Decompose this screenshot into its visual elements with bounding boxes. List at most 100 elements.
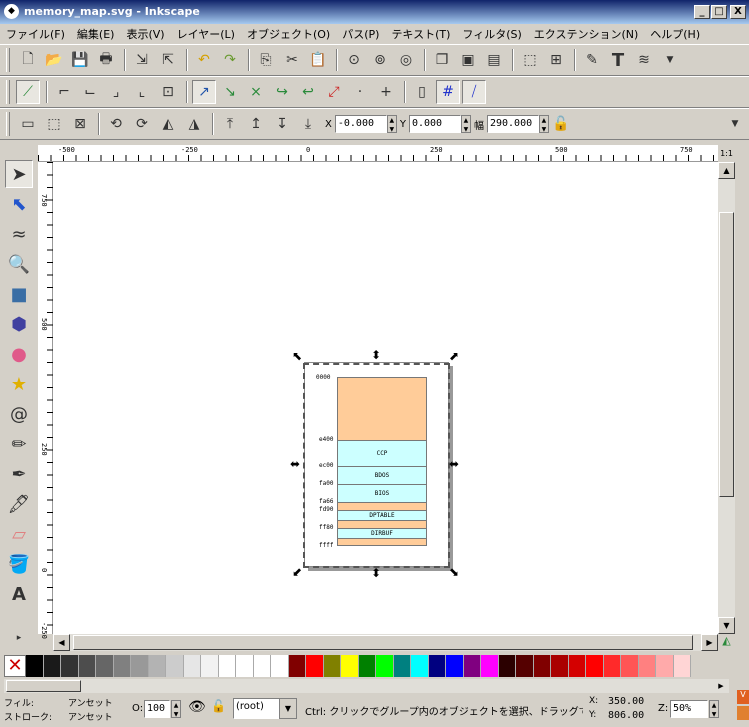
tweak-tool-icon[interactable]: ≈ [5,220,33,248]
menu-text[interactable]: テキスト(T) [385,26,456,42]
menu-filters[interactable]: フィルタ(S) [456,26,527,42]
toolbar-overflow-icon[interactable]: ▼ [658,48,682,72]
color-swatch[interactable] [43,655,61,677]
star-tool-icon[interactable]: ★ [5,371,33,399]
select-all-layers-icon[interactable]: ⬚ [42,112,66,136]
color-swatch[interactable] [183,655,201,677]
opacity-spinner[interactable]: ▲ ▼ [171,700,181,718]
3d-box-tool-icon[interactable]: ⬢ [5,310,33,338]
snap-intersections-icon[interactable]: ⨯ [244,80,268,104]
x-spinner[interactable]: ▲ ▼ [386,115,397,133]
close-button[interactable]: X [730,5,746,19]
minimize-button[interactable]: _ [694,5,710,19]
color-swatch[interactable] [463,655,481,677]
redo-icon[interactable]: ↷ [218,48,242,72]
select-all-icon[interactable]: ▭ [16,112,40,136]
raise-icon[interactable]: ↥ [244,112,268,136]
snap-bbox-corner-icon[interactable]: ⌟ [104,80,128,104]
color-swatch[interactable] [341,655,359,677]
color-swatch[interactable] [638,655,656,677]
color-swatch[interactable] [201,655,219,677]
opacity-input[interactable]: 100 [144,700,170,718]
drawing-canvas[interactable]: CCP BDOS BIOS DPTABLE DIRBUF 0000 e400 e… [53,162,718,634]
menu-object[interactable]: オブジェクト(O) [241,26,336,42]
scale-handle-nw[interactable]: ⬉ [292,349,302,363]
color-swatch[interactable] [253,655,271,677]
ungroup-icon[interactable]: ⊞ [544,48,568,72]
selector-tool-icon[interactable]: ➤ [5,160,33,189]
layer-select[interactable]: (root) [233,698,285,719]
y-spinner[interactable]: ▲ ▼ [460,115,471,133]
color-swatch[interactable] [446,655,464,677]
undo-icon[interactable]: ↶ [192,48,216,72]
color-swatch[interactable] [533,655,551,677]
menu-layer[interactable]: レイヤー(L) [171,26,241,42]
snap-midpoints-icon[interactable]: ⤢ [322,80,346,104]
toolbar-overflow-icon[interactable]: ▼ [723,112,747,136]
zoom-drawing-icon[interactable]: ⊚ [368,48,392,72]
inkscape-app-icon[interactable]: ◆ [4,4,19,19]
zoom-input[interactable]: 50% [670,700,708,718]
rotate-ccw-icon[interactable]: ⟲ [104,112,128,136]
lower-icon[interactable]: ↧ [270,112,294,136]
color-swatch[interactable] [131,655,149,677]
scale-handle-se[interactable]: ⬊ [449,565,459,579]
node-tool-icon[interactable]: ⬉ [5,190,33,218]
text-tool-icon[interactable]: A [5,581,33,609]
unlink-clone-icon[interactable]: ▤ [482,48,506,72]
text-font-icon[interactable]: T [606,48,630,72]
menu-help[interactable]: ヘルプ(H) [644,26,706,42]
rotate-cw-icon[interactable]: ⟳ [130,112,154,136]
zoom-page-icon[interactable]: ◎ [394,48,418,72]
save-icon[interactable]: 💾 [68,48,92,72]
lower-to-bottom-icon[interactable]: ⤓ [296,112,320,136]
visibility-eye-icon[interactable]: 👁 [188,699,206,715]
cut-icon[interactable]: ✂ [280,48,304,72]
toolbar-grip[interactable] [6,48,10,72]
lock-icon[interactable]: 🔓 [549,112,573,136]
snap-enable-icon[interactable]: ⟋ [16,80,40,104]
snap-smooth-icon[interactable]: ↩ [296,80,320,104]
scale-handle-e[interactable]: ⬌ [449,457,459,471]
scale-handle-w[interactable]: ⬌ [290,457,300,471]
color-swatch[interactable] [113,655,131,677]
stroke-value[interactable]: アンセット [68,710,113,723]
clone-icon[interactable]: ▣ [456,48,480,72]
vertical-ruler[interactable]: 750 500 250 0 -250 [38,162,53,639]
taskbar-app-icon[interactable] [737,706,749,720]
zoom-selection-icon[interactable]: ⊙ [342,48,366,72]
snap-nodes-icon[interactable]: ↗ [192,80,216,104]
snap-bbox-center-icon[interactable]: ⊡ [156,80,180,104]
color-swatch[interactable] [551,655,569,677]
snap-page-border-icon[interactable]: ▯ [410,80,434,104]
scroll-right-button[interactable]: ▶ [701,634,718,651]
color-swatch[interactable] [61,655,79,677]
toolbox-overflow-icon[interactable]: ▸ [5,624,33,652]
color-managed-icon[interactable]: ◭ [718,634,735,651]
flip-vertical-icon[interactable]: ◮ [182,112,206,136]
import-icon[interactable]: ⇲ [130,48,154,72]
color-swatch[interactable] [498,655,516,677]
print-icon[interactable]: 🖶 [94,48,118,72]
snap-paths-icon[interactable]: ↘ [218,80,242,104]
color-swatch[interactable] [148,655,166,677]
x-input[interactable]: -0.000 [334,115,387,133]
zoom-1-1-icon[interactable]: 1:1 [718,145,735,162]
taskbar-app-icon[interactable]: V [737,690,749,704]
color-swatch[interactable] [218,655,236,677]
width-input[interactable]: 290.000 [486,115,539,133]
palette-menu-icon[interactable]: ▶ [714,679,728,693]
maximize-button[interactable]: □ [711,5,727,19]
snap-guides-icon[interactable]: ⧸ [462,80,486,104]
open-file-icon[interactable]: 📂 [42,48,66,72]
no-paint-swatch-icon[interactable]: ✕ [4,655,26,677]
menu-edit[interactable]: 編集(E) [71,26,121,42]
color-swatch[interactable] [516,655,534,677]
width-spinner[interactable]: ▲ ▼ [538,115,549,133]
color-swatch[interactable] [26,655,44,677]
palette-scrollbar[interactable]: ▶ [4,679,729,693]
scale-handle-s[interactable]: ⬍ [371,566,381,580]
raise-to-top-icon[interactable]: ⤒ [218,112,242,136]
layers-icon[interactable]: ≋ [632,48,656,72]
vertical-scrollbar[interactable]: ▲ ▼ [718,162,735,634]
